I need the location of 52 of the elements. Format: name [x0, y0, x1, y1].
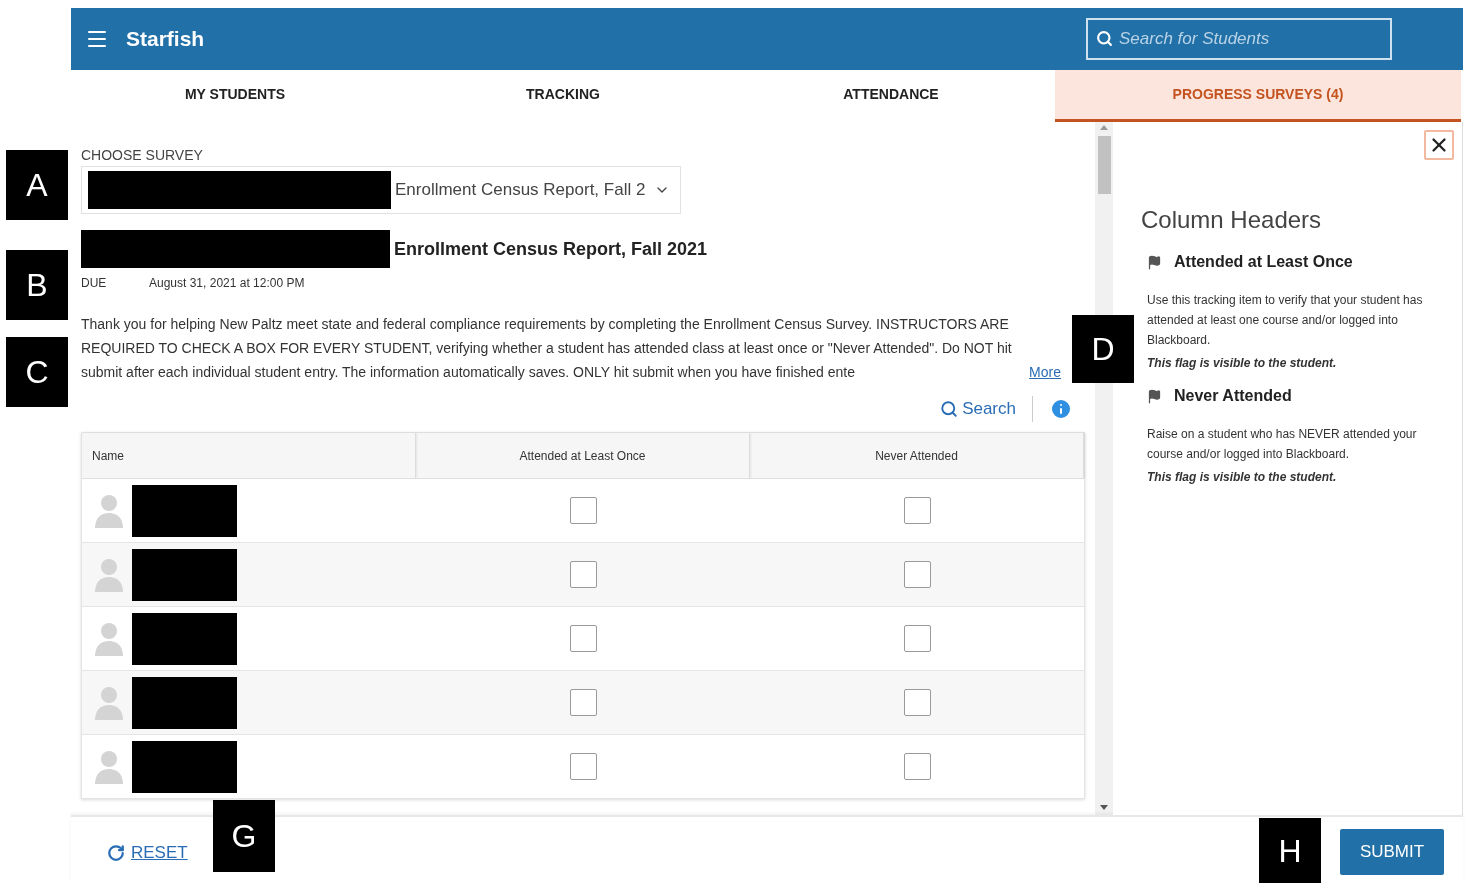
survey-title: Enrollment Census Report, Fall 2021	[394, 237, 708, 261]
submit-button[interactable]: SUBMIT	[1340, 829, 1444, 875]
callout-label: G	[213, 800, 275, 872]
user-avatar-icon	[94, 557, 124, 592]
search-field[interactable]: Search for Students	[1086, 18, 1392, 60]
survey-dropdown[interactable]: Enrollment Census Report, Fall 2	[81, 166, 681, 214]
callout-label: C	[6, 337, 68, 407]
checkbox[interactable]	[903, 625, 931, 652]
callout-label: A	[6, 150, 68, 220]
checkbox[interactable]	[569, 689, 597, 716]
scrollbar-thumb[interactable]	[1097, 136, 1111, 194]
checkbox[interactable]	[569, 561, 597, 588]
flag-description: Use this tracking item to verify that your student has attended at least one course and/or logged into Blackboard.	[1147, 292, 1424, 349]
user-avatar-icon	[94, 749, 124, 784]
checkbox[interactable]	[569, 625, 597, 652]
flag-heading: Never Attended	[1174, 386, 1292, 406]
reset-link[interactable]: RESET	[107, 840, 188, 866]
search-icon	[940, 400, 959, 418]
due-date: August 31, 2021 at 12:00 PM	[149, 275, 305, 292]
instructions-text: Thank you for helping New Paltz meet state and federal compliance requirements by completing the Enrollment Census Survey. INSTRUCTORS ARE REQUIRED TO CHECK A BOX FOR EVERY STUDENT, verifying whether a student has attended class at least once or "Never Attended". Do NOT hit submit after each individual student entry. The information automatically saves. ONLY hit submit when you have finished ente	[81, 315, 1013, 382]
reset-icon	[107, 844, 125, 862]
close-button[interactable]	[1424, 130, 1454, 160]
user-avatar-icon	[94, 621, 124, 656]
user-avatar-icon	[94, 493, 124, 528]
info-icon[interactable]	[1049, 397, 1073, 421]
checkbox[interactable]	[569, 753, 597, 780]
checkbox[interactable]	[903, 561, 931, 588]
flag-heading: Attended at Least Once	[1174, 252, 1353, 272]
panel-title: Column Headers	[1141, 205, 1323, 235]
checkbox[interactable]	[903, 497, 931, 524]
tab[interactable]: PROGRESS SURVEYS (4)	[1055, 70, 1461, 122]
checkbox[interactable]	[903, 689, 931, 716]
visibility-note: This flag is visible to the student.	[1147, 355, 1338, 372]
app-title: Starfish	[126, 26, 205, 53]
due-label: DUE	[81, 275, 108, 292]
flag-icon	[1147, 254, 1162, 270]
scroll-up-arrow-icon[interactable]	[1100, 124, 1108, 130]
scroll-down-arrow-icon[interactable]	[1100, 805, 1108, 811]
callout-label: B	[6, 250, 68, 320]
callout-label: H	[1259, 818, 1321, 883]
flag-description: Raise on a student who has NEVER attended your course and/or logged into Blackboard.	[1147, 426, 1418, 463]
search-icon	[1096, 30, 1113, 47]
checkbox[interactable]	[569, 497, 597, 524]
callout-label: D	[1072, 315, 1134, 383]
scrollbar[interactable]	[1095, 122, 1113, 815]
checkbox[interactable]	[903, 753, 931, 780]
search-link[interactable]: Search	[940, 396, 1016, 422]
more-link[interactable]: More	[1029, 360, 1061, 384]
field-label: CHOOSE SURVEY	[81, 146, 204, 164]
flag-icon	[1147, 388, 1162, 404]
user-avatar-icon	[94, 685, 124, 720]
visibility-note: This flag is visible to the student.	[1147, 469, 1338, 486]
